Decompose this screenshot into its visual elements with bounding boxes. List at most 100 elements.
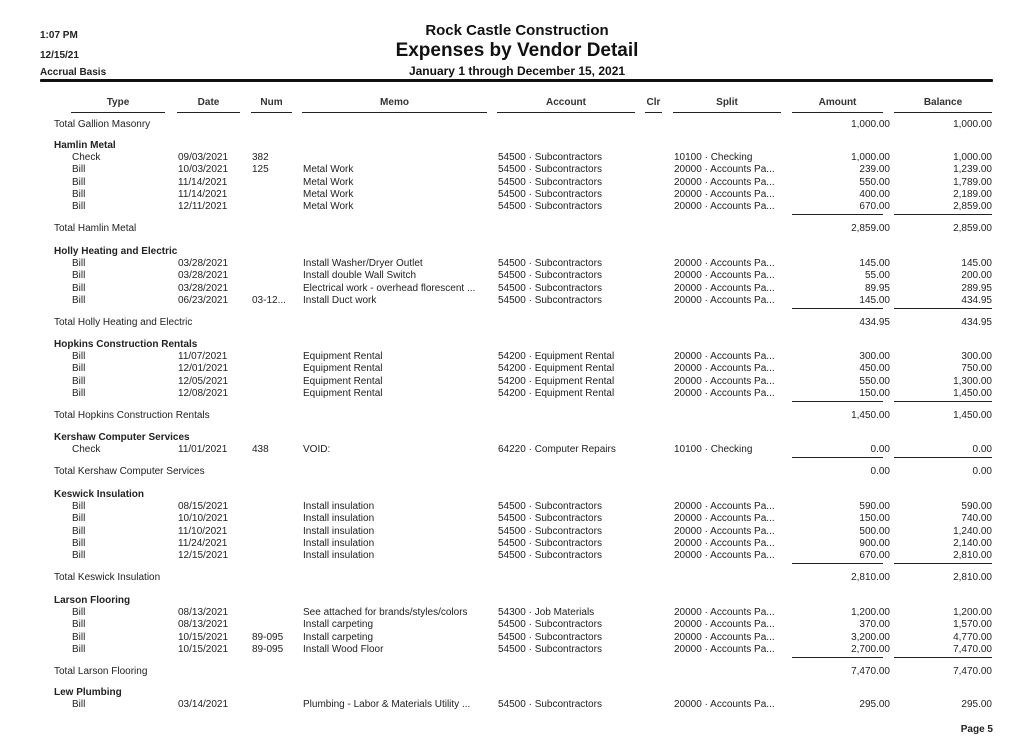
column-header-num[interactable]: Num	[251, 97, 292, 113]
column-header-clr[interactable]: Clr	[645, 97, 662, 113]
total-balance: 2,810.00	[953, 572, 992, 583]
cell-split: 20000 · Accounts Pa...	[674, 201, 775, 212]
vendor-total-row[interactable]: Total Hamlin Metal 2,859.00 2,859.00	[0, 223, 1024, 235]
cell-balance: 2,189.00	[953, 189, 992, 200]
vendor-total-row[interactable]: Total Kershaw Computer Services 0.00 0.00	[0, 466, 1024, 478]
vendor-total-label: Total Hopkins Construction Rentals	[54, 410, 210, 421]
cell-date: 08/13/2021	[178, 607, 229, 618]
total-amount: 1,450.00	[851, 410, 890, 421]
cell-account: 54500 · Subcontractors	[498, 632, 602, 643]
header-divider	[40, 79, 993, 82]
cell-amount: 450.00	[859, 363, 890, 374]
column-underline	[302, 112, 487, 113]
transaction-row[interactable]: Check 09/03/2021 382 54500 · Subcontractors…	[0, 152, 1024, 164]
cell-account: 54500 · Subcontractors	[498, 201, 602, 212]
cell-type: Bill	[72, 201, 86, 212]
cell-memo: Install insulation	[303, 526, 375, 537]
cell-account: 54200 · Equipment Rental	[498, 388, 615, 399]
transaction-row[interactable]: Bill 12/08/2021 Equipment Rental 54200 · Eq…	[0, 388, 1024, 400]
transaction-row[interactable]: Bill 08/15/2021 Install insulation 54500 · …	[0, 501, 1024, 513]
column-header-split[interactable]: Split	[673, 97, 781, 113]
cell-account: 54500 · Subcontractors	[498, 501, 602, 512]
vendor-total-row[interactable]: Total Gallion Masonry 1,000.00 1,000.00	[0, 119, 1024, 131]
column-header-label: Amount	[818, 97, 857, 108]
vendor-total-row[interactable]: Total Holly Heating and Electric 434.95 43…	[0, 317, 1024, 329]
column-underline	[673, 112, 781, 113]
transaction-row[interactable]: Bill 12/11/2021 Metal Work 54500 · Subcontr…	[0, 201, 1024, 213]
cell-split: 20000 · Accounts Pa...	[674, 699, 775, 710]
cell-amount: 900.00	[859, 538, 890, 549]
cell-type: Check	[72, 444, 101, 455]
transaction-row[interactable]: Bill 06/23/2021 03-12... Install Duct work 5…	[0, 295, 1024, 307]
column-header-balance[interactable]: Balance	[894, 97, 992, 113]
cell-amount: 550.00	[859, 376, 890, 387]
transaction-row[interactable]: Bill 10/10/2021 Install insulation 54500 · …	[0, 513, 1024, 525]
vendor-total-label: Total Holly Heating and Electric	[54, 317, 193, 328]
transaction-row[interactable]: Bill 03/28/2021 Install Washer/Dryer Outle…	[0, 258, 1024, 270]
cell-num: 89-095	[252, 632, 284, 643]
transaction-row[interactable]: Bill 11/10/2021 Install insulation 54500 · …	[0, 526, 1024, 538]
cell-split: 20000 · Accounts Pa...	[674, 295, 775, 306]
report-date-range: January 1 through December 15, 2021	[408, 64, 626, 78]
cell-type: Bill	[72, 644, 86, 655]
cell-account: 54500 · Subcontractors	[498, 177, 602, 188]
vendor-name: Lew Plumbing	[54, 687, 122, 698]
cell-amount: 670.00	[859, 550, 890, 561]
cell-balance: 1,450.00	[953, 388, 992, 399]
transaction-row[interactable]: Bill 08/13/2021 Install carpeting 54500 · S…	[0, 619, 1024, 631]
column-header-amount[interactable]: Amount	[792, 97, 883, 113]
transaction-row[interactable]: Bill 03/28/2021 Install double Wall Switch…	[0, 270, 1024, 282]
column-header-memo[interactable]: Memo	[302, 97, 487, 113]
transaction-row[interactable]: Bill 12/01/2021 Equipment Rental 54200 · Eq…	[0, 363, 1024, 375]
transaction-row[interactable]: Bill 10/15/2021 89-095 Install carpeting 545…	[0, 632, 1024, 644]
cell-type: Bill	[72, 283, 86, 294]
vendor-header-row[interactable]: Larson Flooring	[0, 595, 1024, 607]
cell-split: 20000 · Accounts Pa...	[674, 550, 775, 561]
transaction-row[interactable]: Bill 03/28/2021 Electrical work - overhead…	[0, 283, 1024, 295]
cell-type: Bill	[72, 177, 86, 188]
cell-balance: 1,200.00	[953, 607, 992, 618]
transaction-row[interactable]: Bill 11/14/2021 Metal Work 54500 · Subcontr…	[0, 177, 1024, 189]
transaction-row[interactable]: Bill 12/15/2021 Install insulation 54500 · …	[0, 550, 1024, 562]
cell-memo: Equipment Rental	[303, 388, 383, 399]
vendor-header-row[interactable]: Hamlin Metal	[0, 140, 1024, 152]
transaction-row[interactable]: Bill 11/24/2021 Install insulation 54500 · …	[0, 538, 1024, 550]
cell-account: 54500 · Subcontractors	[498, 619, 602, 630]
vendor-total-row[interactable]: Total Hopkins Construction Rentals 1,450.…	[0, 410, 1024, 422]
column-header-label: Memo	[380, 97, 409, 108]
column-underline	[645, 112, 662, 113]
transaction-row[interactable]: Bill 10/15/2021 89-095 Install Wood Floor 54…	[0, 644, 1024, 656]
vendor-header-row[interactable]: Holly Heating and Electric	[0, 246, 1024, 258]
vendor-header-row[interactable]: Keswick Insulation	[0, 489, 1024, 501]
transaction-row[interactable]: Check 11/01/2021 438 VOID: 64220 · Computer …	[0, 444, 1024, 456]
vendor-total-label: Total Gallion Masonry	[54, 119, 151, 130]
cell-amount: 150.00	[859, 513, 890, 524]
transaction-row[interactable]: Bill 10/03/2021 125 Metal Work 54500 · Subco…	[0, 164, 1024, 176]
vendor-header-row[interactable]: Lew Plumbing	[0, 687, 1024, 699]
column-header-type[interactable]: Type	[71, 97, 165, 113]
cell-date: 03/28/2021	[178, 270, 229, 281]
cell-memo: Metal Work	[303, 201, 354, 212]
vendor-total-row[interactable]: Total Larson Flooring 7,470.00 7,470.00	[0, 666, 1024, 678]
column-header-account[interactable]: Account	[497, 97, 635, 113]
transaction-row[interactable]: Bill 11/14/2021 Metal Work 54500 · Subcontr…	[0, 189, 1024, 201]
transaction-row[interactable]: Bill 08/13/2021 See attached for brands/st…	[0, 607, 1024, 619]
cell-account: 54500 · Subcontractors	[498, 526, 602, 537]
transaction-row[interactable]: Bill 11/07/2021 Equipment Rental 54200 · Eq…	[0, 351, 1024, 363]
cell-memo: Install Washer/Dryer Outlet	[303, 258, 423, 269]
cell-memo: Plumbing - Labor & Materials Utility ...	[303, 699, 471, 710]
cell-balance: 200.00	[961, 270, 992, 281]
cell-type: Bill	[72, 164, 86, 175]
cell-memo: Install carpeting	[303, 632, 374, 643]
cell-split: 20000 · Accounts Pa...	[674, 351, 775, 362]
vendor-header-row[interactable]: Kershaw Computer Services	[0, 432, 1024, 444]
column-header-date[interactable]: Date	[177, 97, 240, 113]
cell-type: Bill	[72, 619, 86, 630]
column-underline	[71, 112, 165, 113]
transaction-row[interactable]: Bill 12/05/2021 Equipment Rental 54200 · Eq…	[0, 376, 1024, 388]
vendor-header-row[interactable]: Hopkins Construction Rentals	[0, 339, 1024, 351]
cell-type: Bill	[72, 538, 86, 549]
cell-amount: 145.00	[859, 295, 890, 306]
transaction-row[interactable]: Bill 03/14/2021 Plumbing - Labor & Materia…	[0, 699, 1024, 711]
vendor-total-row[interactable]: Total Keswick Insulation 2,810.00 2,810.00	[0, 572, 1024, 584]
